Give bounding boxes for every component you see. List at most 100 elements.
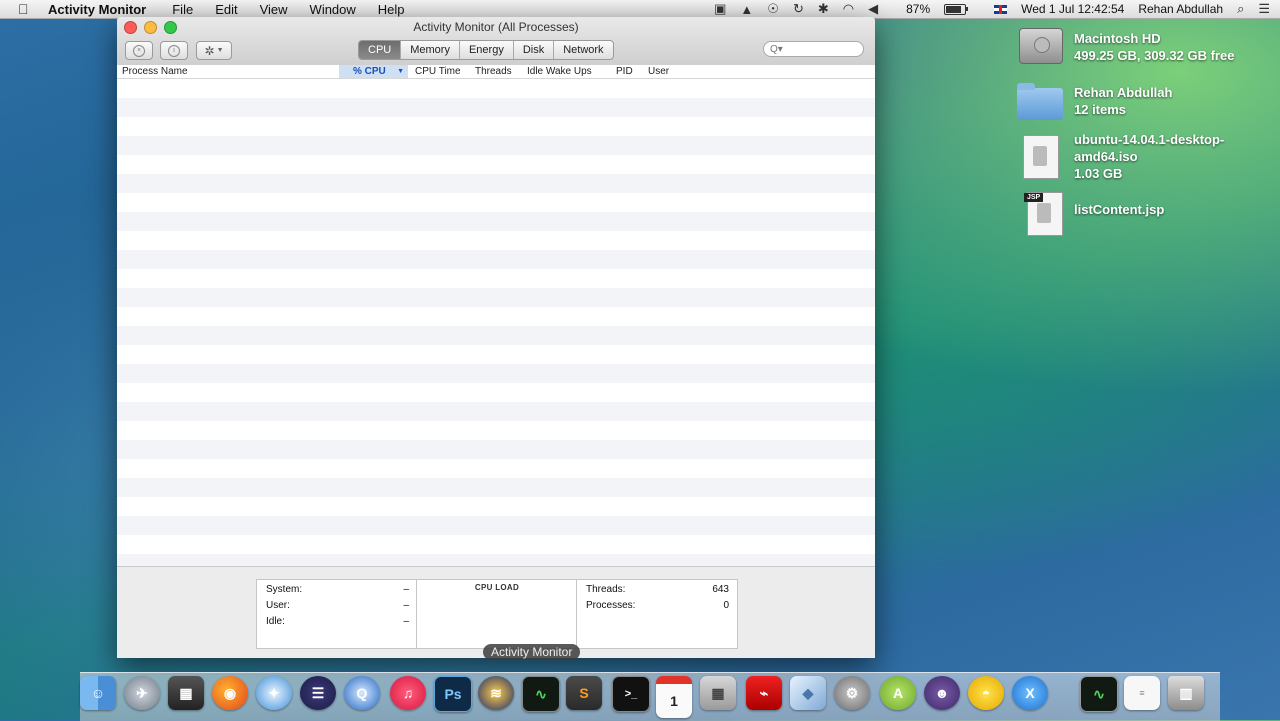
column-pid[interactable]: PID [616,66,633,77]
desktop-item-info: 12 items [1074,102,1127,117]
jsp-badge: JSP [1024,193,1044,202]
jsp-file-icon[interactable]: JSP [1024,192,1063,236]
cyberduck-icon[interactable]: ◓ [968,676,1004,710]
system-preferences-icon[interactable]: ⚙ [834,676,870,710]
cube-app-icon[interactable]: ◆ [790,676,826,710]
processes-value: 0 [723,600,729,611]
user-label: User: [266,600,290,611]
camera-icon[interactable]: ▣ [714,1,726,17]
tab-memory[interactable]: Memory [401,41,460,59]
battery-status[interactable]: 87% [892,2,969,16]
github-icon[interactable]: ☻ [924,676,960,710]
info-icon: i [168,44,180,57]
wifi-icon[interactable]: ◠ [843,1,854,17]
console-icon[interactable]: ∿ [1080,676,1118,712]
xcode-icon[interactable]: X [1012,676,1048,710]
system-value: – [403,584,409,595]
inspect-process-button[interactable]: i [160,41,188,60]
firefox-icon[interactable]: ◉ [212,676,248,710]
calculator-icon[interactable]: ▦ [700,676,736,710]
desktop-item-jsp-file[interactable]: listContent.jsp [1074,201,1164,218]
desktop-item-macintosh-hd[interactable]: Macintosh HD 499.25 GB, 309.32 GB free [1074,30,1234,64]
image-capture-icon[interactable]: ▦ [168,676,204,710]
apple-menu-icon[interactable]:  [18,1,31,17]
user-name[interactable]: Rehan Abdullah [1138,2,1223,16]
sort-descending-icon: ▼ [397,68,404,75]
dock-tooltip: Activity Monitor [483,644,581,660]
clock[interactable]: Wed 1 Jul 12:42:54 [1021,2,1124,16]
terminal-icon[interactable]: >_ [612,676,650,712]
desktop-item-title: Rehan Abdullah [1074,85,1173,100]
folder-icon[interactable] [1017,83,1063,120]
airplay-icon[interactable]: ▲ [740,2,753,17]
column-threads[interactable]: Threads [475,66,512,77]
itunes-icon[interactable]: ♫ [390,676,426,710]
process-list[interactable] [117,79,875,566]
desktop-item-info: 1.03 GB [1074,166,1123,181]
input-source-flag-icon[interactable] [980,2,1008,16]
column-cpu-time[interactable]: CPU Time [415,66,461,77]
menu-items: Activity Monitor File Edit View Window H… [48,2,427,17]
launchpad-icon[interactable]: ✈ [124,676,160,710]
spotlight-search-icon[interactable]: ⌕ [1237,1,1244,17]
disk-image-icon[interactable] [1023,135,1059,179]
trash-icon[interactable]: ▥ [1168,676,1204,710]
bluetooth-icon[interactable]: ✱ [818,1,829,17]
calendar-icon[interactable]: 1 [656,676,692,718]
menu-file[interactable]: File [172,2,193,17]
acrobat-icon[interactable]: ⌁ [746,676,782,710]
processes-label: Processes: [586,600,636,611]
desktop-item-title: ubuntu-14.04.1-desktop- [1074,132,1225,147]
desktop-item-info: 499.25 GB, 309.32 GB free [1074,48,1235,63]
desktop-item-ubuntu-iso[interactable]: ubuntu-14.04.1-desktop- amd64.iso 1.03 G… [1074,131,1224,182]
category-tabs: CPU Memory Energy Disk Network [358,40,614,60]
safari-icon[interactable]: ✦ [256,676,292,710]
menu-edit[interactable]: Edit [215,2,237,17]
audition-icon[interactable]: ≋ [478,676,514,710]
cpu-usage-panel: System: – User: – Idle: – [256,579,418,649]
search-input[interactable]: Q▾ [763,41,864,57]
activity-monitor-window: Activity Monitor (All Processes) × i ✲ ▼… [117,17,875,658]
activity-monitor-icon[interactable]: ∿ [522,676,560,712]
battery-icon [944,4,969,16]
column-process-name[interactable]: Process Name [122,66,188,77]
threads-label: Threads: [586,584,626,595]
stop-icon: × [133,44,145,57]
eclipse-icon[interactable]: ☰ [300,676,336,710]
column-user[interactable]: User [648,66,669,77]
finder-icon[interactable]: ☺ [80,676,116,710]
desktop-item-title: listContent.jsp [1074,202,1165,217]
cpu-load-label: CPU LOAD [474,583,520,592]
volume-icon[interactable]: ◀ [868,1,878,17]
menu-window[interactable]: Window [310,2,356,17]
gear-icon: ✲ [204,43,215,58]
system-label: System: [266,584,303,595]
column-idle-wake-ups[interactable]: Idle Wake Ups [527,66,592,77]
time-machine-icon[interactable]: ↻ [793,1,804,17]
menu-app-name[interactable]: Activity Monitor [48,2,146,17]
quit-process-button[interactable]: × [125,41,153,60]
column-cpu-percent[interactable]: % CPU ▼ [339,65,408,78]
tab-disk[interactable]: Disk [514,41,555,59]
menu-help[interactable]: Help [378,2,405,17]
tab-cpu[interactable]: CPU [359,41,402,59]
menu-view[interactable]: View [260,2,288,17]
photoshop-icon[interactable]: Ps [434,676,472,712]
android-studio-icon[interactable]: A [880,676,916,710]
text-file-icon[interactable]: ≡ [1124,676,1160,710]
chevron-down-icon: ▼ [216,47,224,54]
desktop-item-user-folder[interactable]: Rehan Abdullah 12 items [1074,84,1172,118]
thread-process-panel: Threads: 643 Processes: 0 [576,579,738,649]
action-menu-button[interactable]: ✲ ▼ [196,41,232,60]
dock [80,672,1220,721]
sublime-text-icon[interactable]: S [566,676,602,710]
tab-energy[interactable]: Energy [460,41,514,59]
quicktime-icon[interactable]: Q [344,676,380,710]
window-title: Activity Monitor (All Processes) [413,20,579,34]
hard-drive-icon[interactable] [1019,28,1063,64]
idle-label: Idle: [266,616,285,627]
notification-center-icon[interactable]: ☰ [1258,1,1270,17]
tab-network[interactable]: Network [554,41,612,59]
accessibility-icon[interactable]: ☉ [767,1,779,17]
threads-value: 643 [712,584,729,595]
